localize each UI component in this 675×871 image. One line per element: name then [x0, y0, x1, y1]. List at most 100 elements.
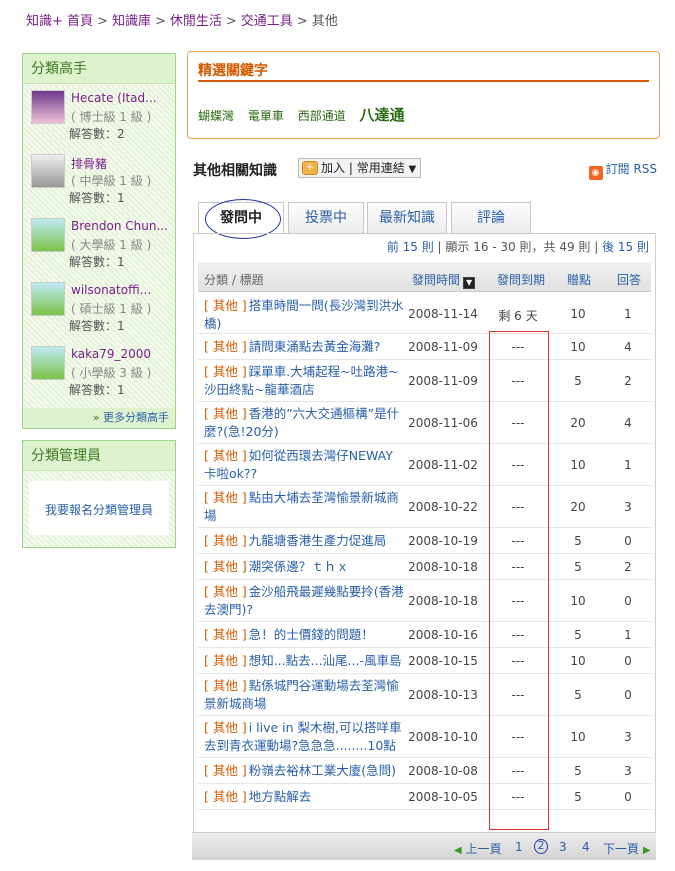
table-row: [ 其他 ] 踩單車.大埔起程~吐路港~沙田終點~龍華酒店 2008-11-09 --… — [198, 360, 651, 402]
question-title-link[interactable]: [ 其他 ] 點係城門谷運動場去荃灣愉景新城商場 — [204, 677, 404, 713]
expert-grade: ( 大學級 1 級 ) — [71, 238, 152, 252]
question-title-link[interactable]: [ 其他 ] 急！的士價錢的問題！ — [204, 626, 404, 644]
question-category: [ 其他 ] — [204, 653, 247, 668]
header-answers[interactable]: 回答 — [617, 271, 641, 288]
table-row: [ 其他 ] 九龍塘香港生產力促進局 2008-10-19 --- 5 0 — [198, 528, 651, 554]
question-deadline: --- — [511, 594, 525, 608]
expert-name-link[interactable]: 排骨豬 — [71, 155, 171, 172]
question-points: 10 — [570, 340, 586, 354]
admin-signup-link[interactable]: 我要報名分類管理員 — [23, 501, 175, 518]
rss-link[interactable]: ◉ 訂閱 RSS — [588, 160, 657, 180]
page-link[interactable]: 1 — [515, 840, 523, 854]
avatar[interactable] — [31, 90, 65, 124]
question-date: 2008-10-10 — [408, 730, 478, 744]
expert-answer-count: 解答數：2 — [69, 127, 125, 141]
question-date: 2008-11-09 — [408, 374, 478, 388]
breadcrumb: 知識+ 首頁 > 知識庫 > 休閒生活 > 交通工具 > 其他 — [26, 14, 338, 29]
expert-name-link[interactable]: Brendon Chun... — [71, 219, 171, 233]
experts-box: 分類高手 Hecate (Itad... ( 博士級 1 級 ) 解答數：2 排骨豬 (… — [22, 53, 176, 429]
avatar[interactable] — [31, 346, 65, 380]
question-date: 2008-11-06 — [408, 416, 478, 430]
table-row: [ 其他 ] 金沙船飛最遲幾點要拎(香港去澳門)? 2008-10-18 --- 10 0 — [198, 580, 651, 622]
page-current: 2 — [534, 839, 548, 854]
question-date: 2008-11-02 — [408, 458, 478, 472]
header-points[interactable]: 贈點 — [567, 271, 591, 288]
question-deadline: --- — [511, 654, 525, 668]
question-category: [ 其他 ] — [204, 298, 247, 313]
avatar[interactable] — [31, 282, 65, 316]
question-title-link[interactable]: [ 其他 ] 如何從西環去灣仔NEWAY卡啦ok?? — [204, 447, 404, 483]
question-title-link[interactable]: [ 其他 ] 香港的”六大交通樞構”是什麼?(急!20分) — [204, 405, 404, 441]
keyword-featured-link[interactable]: 八達通 — [360, 106, 405, 124]
table-row: [ 其他 ] 搭車時間一問(長沙灣到洪水橋) 2008-11-14 剩 6 天 10 1 — [198, 294, 651, 334]
question-points: 10 — [570, 458, 586, 472]
question-date: 2008-10-18 — [408, 594, 478, 608]
sort-down-icon[interactable]: ▼ — [463, 277, 476, 289]
keyword-link[interactable]: 西部通道 — [298, 109, 346, 123]
avatar[interactable] — [31, 154, 65, 188]
question-category: [ 其他 ] — [204, 364, 247, 379]
question-title-link[interactable]: [ 其他 ] 踩單車.大埔起程~吐路港~沙田終點~龍華酒店 — [204, 363, 404, 399]
add-to-links-button[interactable]: + 加入 | 常用連結 ▼ — [298, 158, 422, 178]
table-row: [ 其他 ] 潮突係邊？ｔｈｘ 2008-10-18 --- 5 2 — [198, 554, 651, 580]
expert-item: wilsonatoffi... ( 碩士級 1 級 ) 解答數：1 — [31, 282, 171, 342]
table-header: 分類 / 標題 發問時間 ▼ 發問到期 贈點 回答 — [198, 262, 651, 292]
table-row: [ 其他 ] 點由大埔去荃灣愉景新城商場 2008-10-22 --- 20 3 — [198, 486, 651, 528]
prev-15-link[interactable]: 前 15 則 — [387, 240, 434, 254]
breadcrumb-transport[interactable]: 交通工具 — [241, 14, 293, 29]
avatar[interactable] — [31, 218, 65, 252]
expert-name-link[interactable]: wilsonatoffi... — [71, 283, 171, 297]
question-title-link[interactable]: [ 其他 ] 請問東涌點去黃金海灘? — [204, 338, 404, 356]
tab-asking[interactable]: 發問中 — [198, 199, 284, 239]
question-points: 10 — [570, 654, 586, 668]
question-category: [ 其他 ] — [204, 448, 247, 463]
question-answers: 3 — [624, 764, 632, 778]
question-title-link[interactable]: [ 其他 ] 粉嶺去裕林工業大廈(急問) — [204, 762, 404, 780]
question-deadline: --- — [511, 500, 525, 514]
expert-name-link[interactable]: Hecate (Itad... — [71, 91, 171, 105]
table-row: [ 其他 ] 地方點解去 2008-10-05 --- 5 0 — [198, 784, 651, 810]
header-deadline[interactable]: 發問到期 — [497, 271, 545, 288]
question-category: [ 其他 ] — [204, 559, 247, 574]
keyword-link[interactable]: 電單車 — [248, 109, 284, 123]
question-answers: 1 — [624, 628, 632, 642]
question-answers: 3 — [624, 730, 632, 744]
question-title-link[interactable]: [ 其他 ] 金沙船飛最遲幾點要拎(香港去澳門)? — [204, 583, 404, 619]
question-title-link[interactable]: [ 其他 ] 點由大埔去荃灣愉景新城商場 — [204, 489, 404, 525]
page-link[interactable]: 3 — [559, 840, 567, 854]
page-link[interactable]: 4 — [582, 840, 590, 854]
question-title-link[interactable]: [ 其他 ] 九龍塘香港生產力促進局 — [204, 532, 404, 550]
question-category: [ 其他 ] — [204, 490, 247, 505]
expert-name-link[interactable]: kaka79_2000 — [71, 347, 171, 361]
more-experts-link[interactable]: 更多分類高手 — [103, 411, 169, 424]
top-pager: 前 15 則 | 顯示 16 - 30 則，共 49 則 | 後 15 則 — [386, 240, 649, 254]
question-answers: 1 — [624, 458, 632, 472]
question-title-link[interactable]: [ 其他 ] 潮突係邊？ｔｈｘ — [204, 558, 404, 576]
keyword-link[interactable]: 蝴蝶灣 — [198, 109, 234, 123]
breadcrumb-home[interactable]: 知識+ 首頁 — [26, 14, 93, 29]
question-date: 2008-10-19 — [408, 534, 478, 548]
question-deadline: --- — [511, 560, 525, 574]
question-title-link[interactable]: [ 其他 ] 想知...點去...汕尾...-風車島 — [204, 652, 404, 670]
tab-comments[interactable]: 評論 — [451, 202, 531, 233]
tab-latest[interactable]: 最新知識 — [367, 202, 447, 233]
next-page-link[interactable]: 下一頁 ▶ — [603, 840, 651, 857]
prev-page-link[interactable]: ◀ 上一頁 — [454, 840, 502, 857]
question-points: 20 — [570, 500, 586, 514]
next-15-link[interactable]: 後 15 則 — [602, 240, 649, 254]
header-date[interactable]: 發問時間 ▼ — [412, 271, 476, 289]
tab-voting[interactable]: 投票中 — [288, 202, 364, 233]
question-title-link[interactable]: [ 其他 ] 地方點解去 — [204, 788, 404, 806]
keywords-title: 精選關鍵字 — [198, 63, 268, 79]
question-title-link[interactable]: [ 其他 ] 搭車時間一問(長沙灣到洪水橋) — [204, 297, 404, 333]
question-answers: 0 — [624, 534, 632, 548]
breadcrumb-knowledge[interactable]: 知識庫 — [112, 14, 151, 29]
more-experts: » 更多分類高手 — [23, 408, 175, 428]
question-title-link[interactable]: [ 其他 ] i live in 梨木樹,可以搭咩車去到青衣運動場?急急急....… — [204, 719, 404, 755]
breadcrumb-leisure[interactable]: 休閒生活 — [170, 14, 222, 29]
question-category: [ 其他 ] — [204, 406, 247, 421]
question-answers: 0 — [624, 790, 632, 804]
question-points: 10 — [570, 594, 586, 608]
expert-grade: ( 博士級 1 級 ) — [71, 110, 152, 124]
expert-item: Hecate (Itad... ( 博士級 1 級 ) 解答數：2 — [31, 90, 171, 150]
